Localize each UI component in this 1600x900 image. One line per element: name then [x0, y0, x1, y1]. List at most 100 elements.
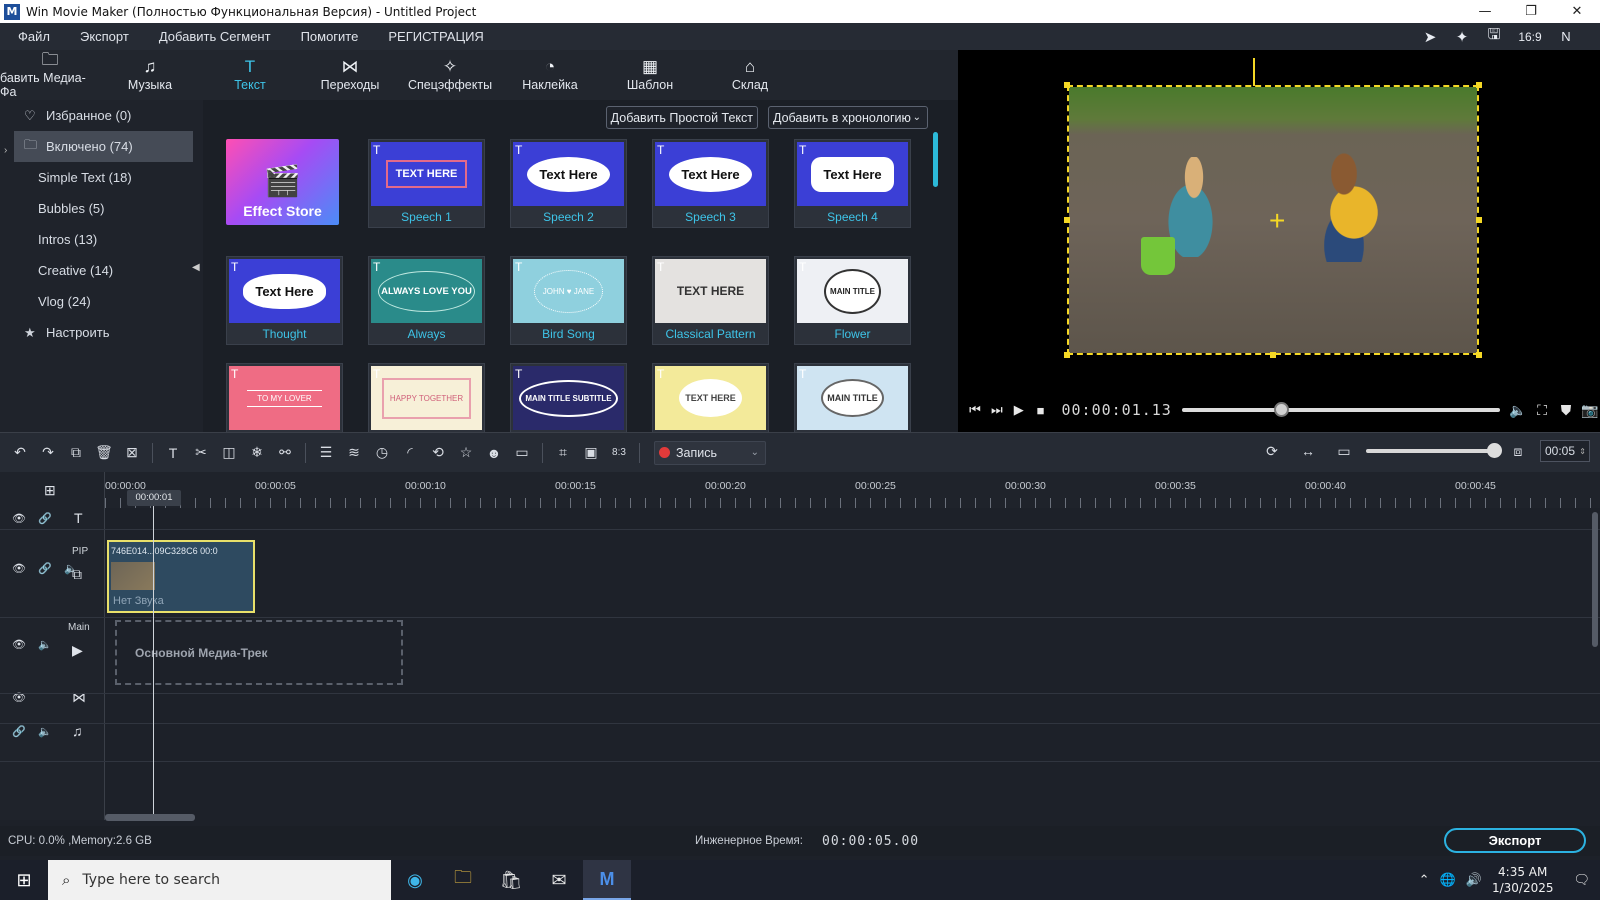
crosshair-icon[interactable]: +	[1269, 207, 1285, 235]
tab-sticker[interactable]: ◔ Наклейка	[500, 50, 600, 100]
zoom-value-field[interactable]: 00:05 ⇕	[1540, 440, 1590, 462]
save-icon[interactable]: 🖫	[1480, 24, 1508, 49]
crop-icon[interactable]: ⌗	[549, 444, 577, 461]
mask-icon[interactable]: ☻	[480, 445, 508, 461]
tab-store[interactable]: ⌂ Склад	[700, 50, 800, 100]
star-magic-icon[interactable]: ✦	[1448, 28, 1476, 46]
tab-transitions[interactable]: ⋈ Переходы	[300, 50, 400, 100]
rotate-handle[interactable]	[1253, 58, 1255, 86]
movie-maker-taskbar-icon[interactable]: M	[583, 860, 631, 900]
windows-start-icon[interactable]: ⊞	[0, 870, 48, 891]
menu-export[interactable]: Экспорт	[62, 29, 141, 44]
category-intros[interactable]: Intros (13)	[0, 224, 203, 255]
pin-icon[interactable]: ➤	[1416, 28, 1444, 46]
resize-handle-left[interactable]	[1064, 217, 1070, 223]
export-button[interactable]: Экспорт	[1444, 828, 1586, 853]
stepper-icon[interactable]: ⇕	[1579, 447, 1586, 456]
microsoft-store-icon[interactable]: 🛍	[487, 860, 535, 900]
taskbar-search[interactable]: ⌕ Type here to search	[48, 860, 391, 900]
delete-gap-icon[interactable]: ⊠	[118, 444, 146, 461]
grid-scrollbar[interactable]	[933, 132, 938, 187]
copy-icon[interactable]: ⧉	[62, 444, 90, 461]
timeline-zoom-slider[interactable]	[1366, 443, 1502, 458]
record-dropdown[interactable]: Запись ⌄	[654, 440, 766, 465]
main-track-dropzone[interactable]: Основной Медиа-Трек	[115, 620, 403, 685]
seek-slider[interactable]	[1181, 402, 1500, 417]
effect-tile-speech-1[interactable]: T TEXT HERE Speech 1	[368, 139, 485, 228]
undo-icon[interactable]: ↶	[6, 444, 34, 461]
effect-tile-bird-song[interactable]: T JOHN ♥ JANE Bird Song	[510, 256, 627, 345]
audio-levels-icon[interactable]: ≋	[340, 444, 368, 461]
resize-handle-tr[interactable]	[1476, 82, 1482, 88]
menu-add-segment[interactable]: Добавить Сегмент	[141, 29, 283, 44]
mail-icon[interactable]: ✉	[535, 860, 583, 900]
redo-icon[interactable]: ↷	[34, 444, 62, 461]
mosaic-icon[interactable]: ▣	[577, 444, 605, 461]
zoom-knob[interactable]	[1487, 443, 1502, 458]
taskbar-clock[interactable]: 4:35 AM 1/30/2025	[1492, 864, 1554, 896]
tab-template[interactable]: ▦ Шаблон	[600, 50, 700, 100]
add-to-timeline-dropdown[interactable]: Добавить в хронологию ⌄	[768, 106, 928, 129]
timeline-ruler[interactable]: 00:00:00 00:00:05 00:00:10 00:00:15 00:0…	[105, 472, 1600, 508]
tab-text[interactable]: T Текст	[200, 50, 300, 100]
timeline-vertical-scrollbar[interactable]	[1592, 512, 1598, 647]
playhead-line[interactable]	[153, 506, 154, 818]
effect-tile-main-title-light[interactable]: T MAIN TITLE	[794, 363, 911, 432]
category-bubbles[interactable]: Bubbles (5)	[0, 193, 203, 224]
speaker-icon[interactable]: 🔊	[1466, 872, 1482, 888]
playhead-time-label[interactable]: 00:00:01	[127, 490, 181, 506]
edge-browser-icon[interactable]: ◉	[391, 860, 439, 900]
collapse-panel-icon[interactable]: ◀	[192, 262, 200, 273]
skip-back-icon[interactable]: ⏮	[964, 402, 986, 418]
close-button[interactable]: ✕	[1554, 0, 1600, 23]
effect-store-tile[interactable]: 🎬 Effect Store	[226, 139, 339, 225]
timeline-horizontal-scrollbar[interactable]	[105, 814, 195, 821]
menu-help[interactable]: Помогите	[283, 29, 371, 44]
split-icon[interactable]: ✂	[187, 444, 215, 461]
effect-tile-speech-2[interactable]: T Text Here Speech 2	[510, 139, 627, 228]
category-included[interactable]: 🗀 Включено (74)	[14, 131, 193, 162]
chevron-up-icon[interactable]: ⌃	[1419, 872, 1430, 888]
aspect-ratio-tool-icon[interactable]: 8:3	[605, 447, 633, 458]
effect-tile-thought[interactable]: T Text Here Thought	[226, 256, 343, 345]
effect-tile-speech-4[interactable]: T Text Here Speech 4	[794, 139, 911, 228]
fit-width-icon[interactable]: ↔	[1294, 443, 1322, 459]
resize-handle-br[interactable]	[1476, 352, 1482, 358]
category-favorites[interactable]: ♡ Избранное (0)	[0, 100, 203, 131]
tab-add-media[interactable]: 🗀 бавить Медиа-Фа	[0, 50, 100, 100]
trim-icon[interactable]: ◫	[215, 444, 243, 461]
transition-track[interactable]	[0, 694, 1600, 724]
volume-icon[interactable]: 🔈	[1508, 402, 1528, 419]
effect-tile-classical-pattern[interactable]: T TEXT HERE Classical Pattern	[652, 256, 769, 345]
resize-handle-tl[interactable]	[1064, 82, 1070, 88]
category-vlog[interactable]: Vlog (24)	[0, 286, 203, 317]
file-explorer-icon[interactable]: 🗀	[439, 860, 487, 900]
seek-knob[interactable]	[1274, 402, 1290, 417]
tab-effects[interactable]: ✧ Спецэффекты	[400, 50, 500, 100]
video-preview[interactable]: +	[958, 50, 1600, 432]
resize-handle-bottom[interactable]	[1270, 352, 1276, 358]
add-track-icon[interactable]: ⊞	[44, 482, 56, 499]
zoom-in-icon[interactable]: ⧈	[1504, 443, 1532, 460]
effect-tile-happy-together[interactable]: T HAPPY TOGETHER	[368, 363, 485, 432]
tab-music[interactable]: ♫ Музыка	[100, 50, 200, 100]
music-track[interactable]	[0, 724, 1600, 762]
freeze-icon[interactable]: ❄	[243, 444, 271, 461]
resize-handle-right[interactable]	[1476, 217, 1482, 223]
rotate-icon[interactable]: ⟲	[424, 444, 452, 461]
user-icon[interactable]: N	[1552, 29, 1580, 44]
detach-audio-icon[interactable]: ⚯	[271, 444, 299, 461]
notifications-icon[interactable]: 🗨	[1573, 872, 1590, 888]
speed-icon[interactable]: ◷	[368, 444, 396, 461]
effect-tile-flower[interactable]: T MAIN TITLE Flower	[794, 256, 911, 345]
text-tool-icon[interactable]: T	[159, 445, 187, 461]
delete-icon[interactable]: 🗑	[90, 444, 118, 461]
category-customize[interactable]: ★ Настроить	[0, 317, 203, 348]
adjust-icon[interactable]: ☰	[312, 444, 340, 461]
zoom-out-icon[interactable]: ▭	[1330, 443, 1358, 460]
resize-handle-bl[interactable]	[1064, 352, 1070, 358]
maximize-button[interactable]: ❐	[1508, 0, 1554, 23]
text-track[interactable]	[0, 508, 1600, 530]
step-forward-icon[interactable]: ⏭	[986, 402, 1008, 418]
menu-registration[interactable]: РЕГИСТРАЦИЯ	[370, 29, 495, 44]
